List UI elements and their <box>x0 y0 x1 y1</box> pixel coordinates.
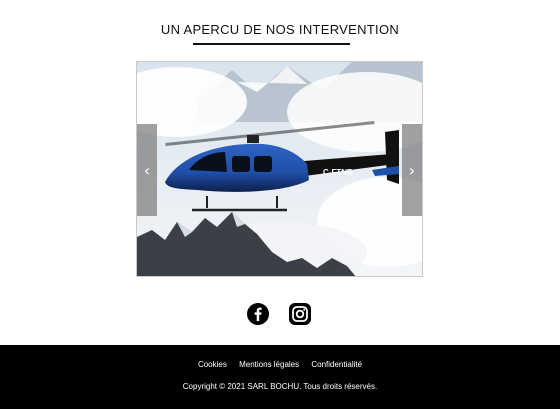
social-links <box>0 302 560 328</box>
chevron-right-icon: › <box>408 160 416 180</box>
carousel-prev-button[interactable]: ‹ <box>137 124 157 216</box>
carousel-slide-image: C-FTNB <box>137 62 422 276</box>
image-carousel[interactable]: C-FTNB ‹ › <box>136 61 423 277</box>
footer-link-legal[interactable]: Mentions légales <box>239 360 299 369</box>
facebook-icon[interactable] <box>246 302 270 326</box>
instagram-icon[interactable] <box>288 302 312 326</box>
title-underline <box>193 43 350 45</box>
footer-link-cookies[interactable]: Cookies <box>198 360 227 369</box>
carousel-next-button[interactable]: › <box>402 124 422 216</box>
footer-links: Cookies Mentions légales Confidentialité <box>0 360 560 369</box>
copyright-text: Copyright © 2021 SARL BOCHU. Tous droits… <box>182 382 378 391</box>
chevron-left-icon: ‹ <box>143 160 151 180</box>
site-footer: Cookies Mentions légales Confidentialité… <box>0 345 560 409</box>
section-title: UN APERCU DE NOS INTERVENTION <box>160 22 400 37</box>
slide-registration-text: C-FTNB <box>323 168 353 177</box>
footer-link-privacy[interactable]: Confidentialité <box>311 360 362 369</box>
